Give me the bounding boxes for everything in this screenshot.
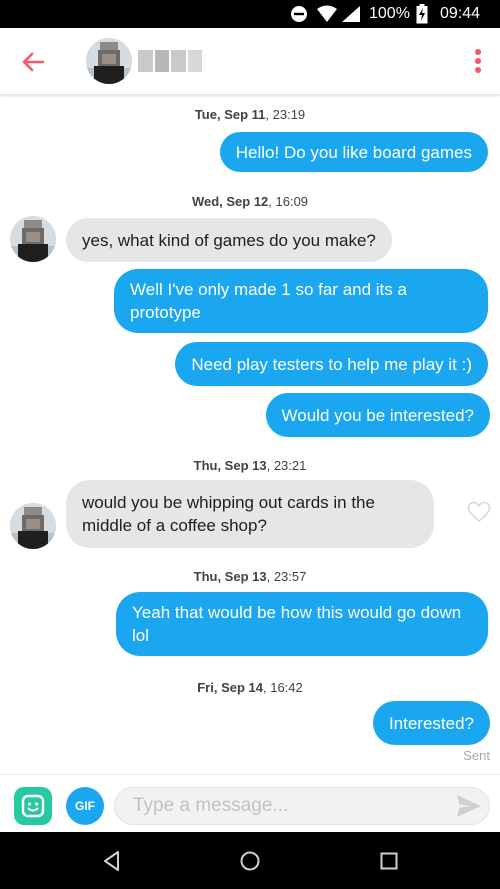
nav-home-icon[interactable] (239, 850, 261, 872)
more-vertical-icon[interactable] (468, 46, 488, 76)
avatar[interactable] (10, 503, 56, 549)
message-input[interactable] (114, 787, 490, 825)
status-bar: 100% 09:44 (0, 0, 500, 28)
avatar[interactable] (10, 216, 56, 262)
message-bubble-outgoing: Would you be interested? (265, 393, 490, 437)
timestamp: Thu, Sep 13, 23:57 (193, 569, 307, 584)
battery-charging-icon (416, 0, 428, 28)
message-list: Tue, Sep 11, 23:19 Hello! Do you like bo… (0, 94, 500, 774)
heart-like-icon[interactable] (467, 501, 491, 523)
avatar[interactable] (86, 38, 132, 84)
message-bubble-incoming: yes, what kind of games do you make? (66, 218, 392, 262)
battery-percent: 100% (369, 5, 410, 22)
timestamp: Fri, Sep 14, 16:42 (197, 680, 303, 695)
message-bubble-incoming: would you be whipping out cards in the m… (66, 480, 434, 548)
timestamp: Tue, Sep 11, 23:19 (194, 107, 306, 122)
send-icon[interactable] (456, 794, 482, 818)
nav-back-icon[interactable] (101, 850, 123, 872)
do-not-disturb-icon (290, 0, 308, 28)
message-bubble-outgoing: Interested? (372, 701, 490, 745)
back-arrow-icon[interactable] (18, 47, 48, 77)
message-bubble-outgoing: Yeah that would be how this would go dow… (116, 592, 488, 656)
wifi-icon (316, 0, 338, 28)
message-bubble-outgoing: Well I've only made 1 so far and its a p… (114, 269, 488, 333)
sent-status: Sent (463, 748, 490, 763)
sticker-icon[interactable] (14, 787, 52, 825)
timestamp: Thu, Sep 13, 23:21 (193, 458, 307, 473)
nav-recents-icon[interactable] (378, 850, 400, 872)
message-composer: GIF (0, 774, 500, 832)
signal-icon (341, 0, 361, 28)
timestamp: Wed, Sep 12, 16:09 (191, 194, 309, 209)
clock: 09:44 (440, 5, 481, 22)
system-nav-bar (0, 832, 500, 889)
message-bubble-outgoing: Need play testers to help me play it :) (175, 342, 488, 386)
match-name-redacted (138, 50, 202, 72)
chat-header (0, 28, 500, 94)
gif-button[interactable]: GIF (66, 787, 104, 825)
message-bubble-outgoing: Hello! Do you like board games (219, 132, 488, 172)
